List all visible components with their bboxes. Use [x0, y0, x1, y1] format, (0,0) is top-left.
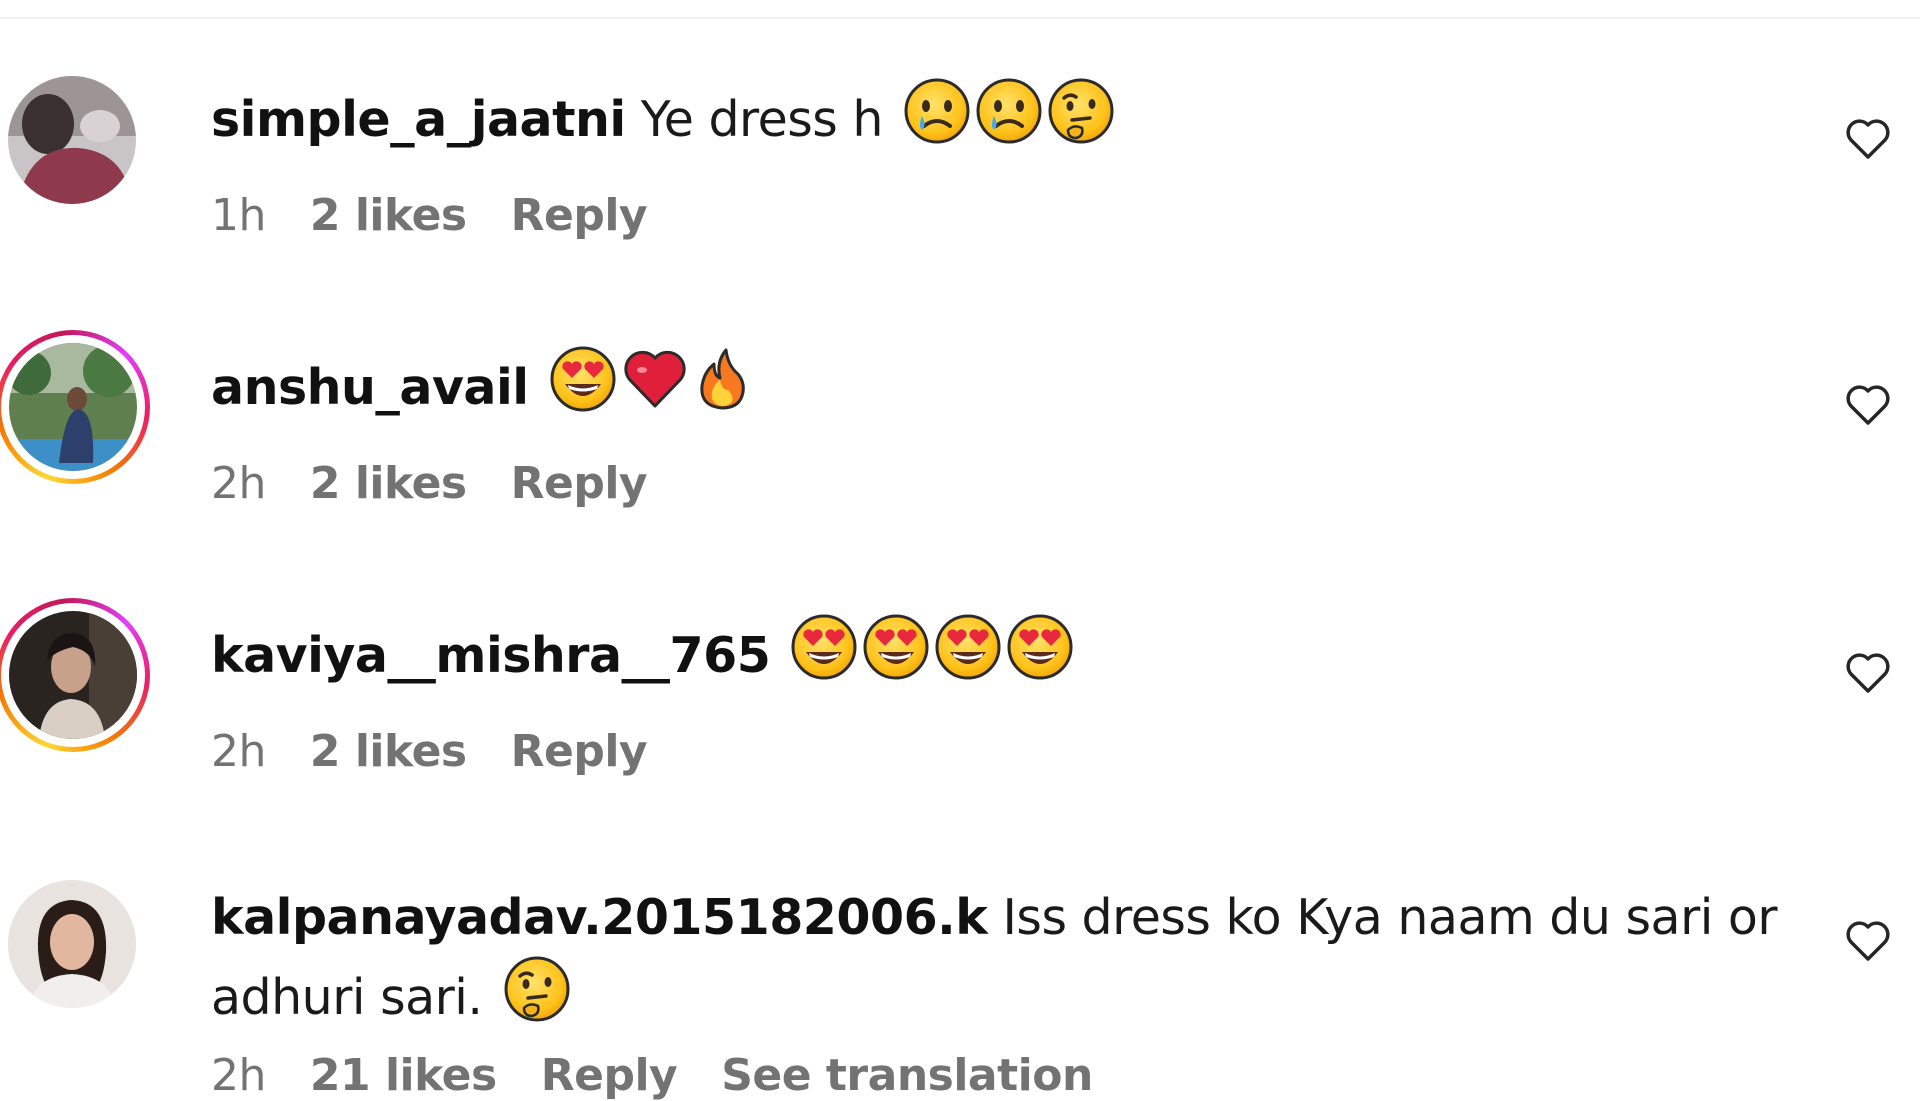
comment-meta: 2h 2 likes Reply [211, 458, 691, 509]
avatar-story-ring[interactable] [0, 598, 150, 752]
sad-tear-emoji-icon [976, 78, 1042, 144]
reply-button[interactable]: Reply [511, 726, 648, 777]
comment-text: anshu_avail [211, 346, 750, 426]
comment-text: simple_a_jaatni Ye dress h [211, 78, 1114, 158]
comment-text-line-2: adhuri sari. [211, 956, 570, 1036]
comment-likes[interactable]: 2 likes [310, 458, 467, 509]
comment-body: adhuri sari. [211, 969, 483, 1026]
avatar[interactable] [6, 878, 138, 1010]
comment-likes[interactable]: 21 likes [310, 1050, 497, 1101]
top-divider [0, 17, 1920, 19]
comment-likes[interactable]: 2 likes [310, 190, 467, 241]
avatar [1, 335, 145, 479]
comment-username[interactable]: simple_a_jaatni [211, 91, 626, 148]
avatar-image [9, 611, 137, 739]
heart-eyes-emoji-icon [1007, 614, 1073, 680]
fire-emoji-icon [700, 348, 745, 410]
comment-time: 2h [211, 726, 266, 777]
red-heart-emoji-icon [624, 350, 686, 408]
avatar-story-ring[interactable] [0, 330, 150, 484]
heart-outline-icon[interactable] [1842, 914, 1894, 966]
reply-button[interactable]: Reply [541, 1050, 678, 1101]
comment-text: kaviya__mishra__765 [211, 614, 1073, 694]
sad-tear-emoji-icon [904, 78, 970, 144]
avatar[interactable] [6, 74, 138, 206]
comment-text: kalpanayadav.2015182006.k Iss dress ko K… [211, 880, 1778, 956]
heart-eyes-emoji-icon [791, 614, 857, 680]
avatar-image [9, 343, 137, 471]
comment-likes[interactable]: 2 likes [310, 726, 467, 777]
reply-button[interactable]: Reply [511, 458, 648, 509]
comment-time: 2h [211, 1050, 266, 1101]
see-translation-button[interactable]: See translation [721, 1050, 1093, 1101]
heart-outline-icon[interactable] [1842, 378, 1894, 430]
comment-meta: 2h 21 likes Reply See translation [211, 1050, 1137, 1101]
heart-eyes-emoji-icon [863, 614, 929, 680]
comment-meta: 2h 2 likes Reply [211, 726, 691, 777]
reply-button[interactable]: Reply [511, 190, 648, 241]
comment-username[interactable]: anshu_avail [211, 359, 529, 416]
heart-outline-icon[interactable] [1842, 646, 1894, 698]
heart-eyes-emoji-icon [550, 346, 616, 412]
thinking-emoji-icon [1048, 78, 1114, 144]
avatar-image [8, 880, 136, 1008]
heart-eyes-emoji-icon [935, 614, 1001, 680]
comment-body: Iss dress ko Kya naam du sari or [1002, 889, 1778, 946]
avatar [1, 603, 145, 747]
comment-username[interactable]: kalpanayadav.2015182006.k [211, 889, 988, 946]
heart-outline-icon[interactable] [1842, 112, 1894, 164]
comment-time: 2h [211, 458, 266, 509]
comment-time: 1h [211, 190, 266, 241]
comment-username[interactable]: kaviya__mishra__765 [211, 627, 771, 684]
comment-body: Ye dress h [640, 91, 884, 148]
comment-meta: 1h 2 likes Reply [211, 190, 691, 241]
avatar-image [8, 76, 136, 204]
thinking-emoji-icon [504, 956, 570, 1022]
